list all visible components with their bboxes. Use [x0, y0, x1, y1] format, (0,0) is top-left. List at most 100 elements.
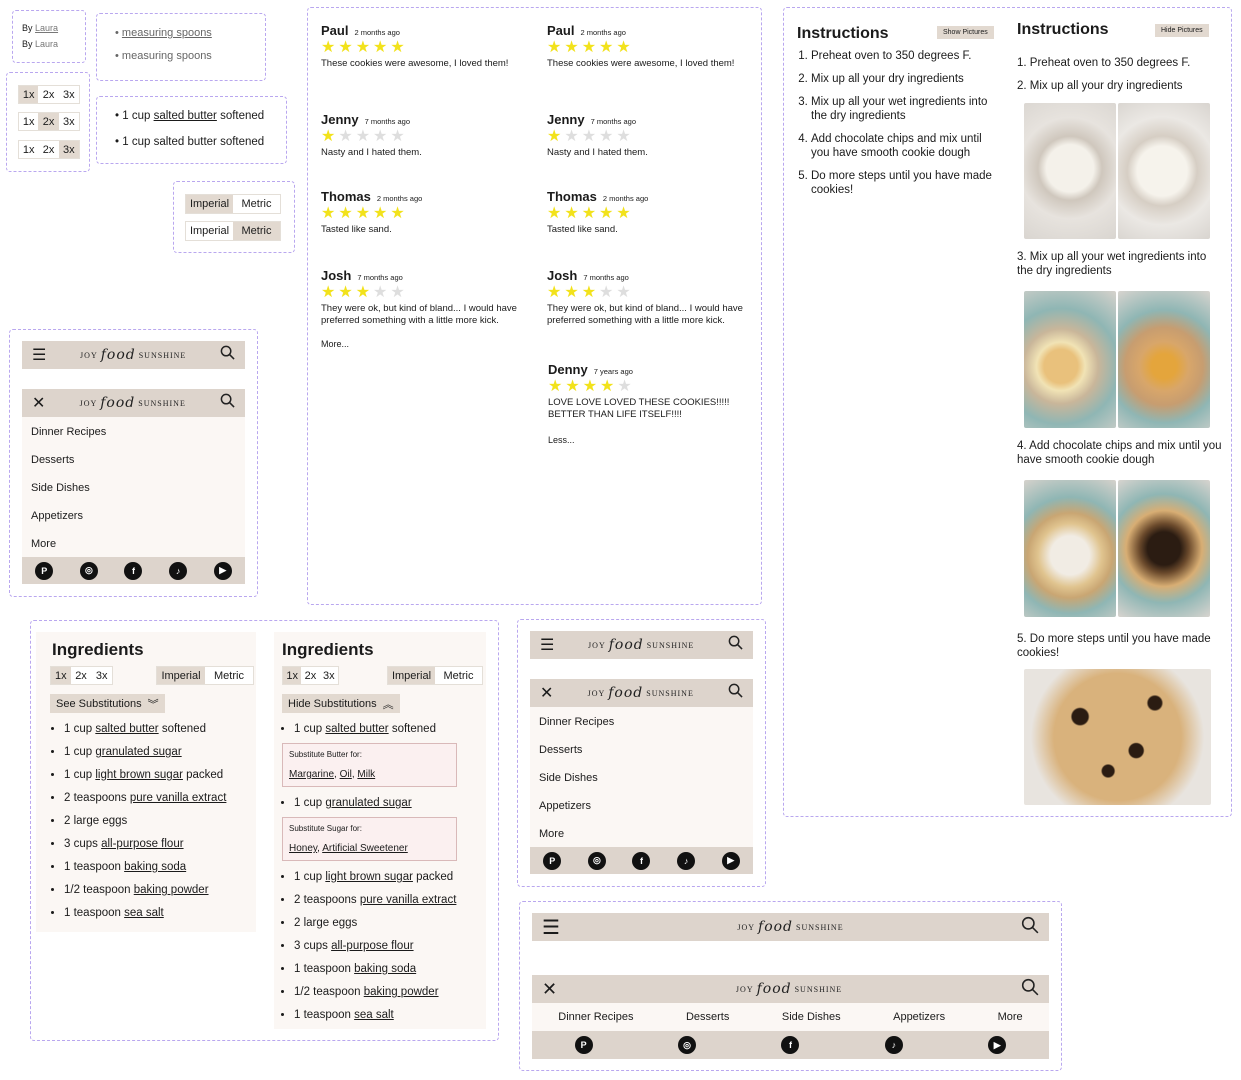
- hamburger-icon[interactable]: ☰: [542, 915, 560, 940]
- hamburger-icon[interactable]: ☰: [540, 635, 554, 655]
- substitute-link[interactable]: Margarine: [289, 769, 334, 780]
- instagram-icon[interactable]: ◎: [587, 851, 606, 870]
- ingredient-link[interactable]: granulated sugar: [325, 797, 411, 809]
- youtube-icon[interactable]: ▶: [988, 1036, 1007, 1054]
- close-icon[interactable]: ✕: [32, 393, 45, 413]
- metric-option[interactable]: Metric: [233, 222, 280, 240]
- nav-item-desserts[interactable]: Desserts: [686, 1011, 729, 1023]
- facebook-icon[interactable]: f: [124, 561, 143, 580]
- ingredient-link[interactable]: sea salt: [354, 1009, 394, 1021]
- ingredient-link[interactable]: salted butter: [325, 723, 388, 735]
- pinterest-icon[interactable]: P: [543, 851, 562, 870]
- scale-1x[interactable]: 1x: [51, 667, 71, 684]
- ingredient-link[interactable]: granulated sugar: [95, 746, 181, 758]
- facebook-icon[interactable]: f: [632, 851, 651, 870]
- ingredient-link[interactable]: salted butter: [154, 110, 217, 122]
- nav-item-dinner[interactable]: Dinner Recipes: [31, 426, 106, 438]
- imperial-option[interactable]: Imperial: [157, 667, 205, 684]
- ingredient-link[interactable]: pure vanilla extract: [130, 792, 227, 804]
- search-icon[interactable]: [220, 345, 235, 365]
- equipment-item[interactable]: • measuring spoons: [115, 27, 212, 39]
- nav-item-appetizers[interactable]: Appetizers: [539, 800, 591, 812]
- instagram-icon[interactable]: ◎: [79, 561, 98, 580]
- site-logo[interactable]: JOY food SUNSHINE: [80, 347, 186, 363]
- tiktok-icon[interactable]: ♪: [169, 561, 188, 580]
- ingredient-link[interactable]: pure vanilla extract: [360, 894, 457, 906]
- ingredient-link[interactable]: baking soda: [354, 963, 416, 975]
- scale-3x[interactable]: 3x: [91, 667, 112, 684]
- see-substitutions-button[interactable]: See Substitutions ︾: [50, 694, 165, 713]
- search-icon[interactable]: [728, 635, 743, 655]
- nav-item-appetizers[interactable]: Appetizers: [893, 1011, 945, 1023]
- site-logo[interactable]: JOY food SUNSHINE: [736, 981, 842, 997]
- site-logo[interactable]: JOY food SUNSHINE: [737, 919, 843, 935]
- more-link[interactable]: More...: [321, 339, 521, 349]
- tiktok-icon[interactable]: ♪: [884, 1036, 903, 1054]
- close-icon[interactable]: ✕: [540, 683, 553, 703]
- imperial-option[interactable]: Imperial: [186, 195, 233, 213]
- scale-2x[interactable]: 2x: [301, 667, 319, 684]
- nav-item-side-dishes[interactable]: Side Dishes: [31, 482, 90, 494]
- substitute-link[interactable]: Honey: [289, 843, 317, 854]
- metric-option[interactable]: Metric: [205, 667, 253, 684]
- ingredient-link[interactable]: sea salt: [124, 907, 164, 919]
- scale-1x[interactable]: 1x: [19, 141, 38, 158]
- scale-3x[interactable]: 3x: [59, 113, 79, 130]
- ingredient-link[interactable]: baking powder: [134, 884, 209, 896]
- nav-item-desserts[interactable]: Desserts: [539, 744, 582, 756]
- site-logo[interactable]: JOY food SUNSHINE: [588, 685, 694, 701]
- instagram-icon[interactable]: ◎: [678, 1036, 697, 1054]
- pinterest-icon[interactable]: P: [35, 561, 54, 580]
- scale-2x[interactable]: 2x: [71, 667, 92, 684]
- site-logo[interactable]: JOY food SUNSHINE: [80, 395, 186, 411]
- ingredient-link[interactable]: baking powder: [364, 986, 439, 998]
- scale-2x[interactable]: 2x: [38, 141, 58, 158]
- author-link[interactable]: Laura: [35, 23, 58, 33]
- close-icon[interactable]: ✕: [542, 979, 557, 1000]
- nav-item-desserts[interactable]: Desserts: [31, 454, 74, 466]
- hamburger-icon[interactable]: ☰: [32, 345, 46, 365]
- scale-3x[interactable]: 3x: [58, 141, 80, 158]
- scale-3x[interactable]: 3x: [59, 86, 79, 103]
- metric-option[interactable]: Metric: [233, 195, 280, 213]
- facebook-icon[interactable]: f: [781, 1036, 800, 1054]
- substitute-link[interactable]: Artificial Sweetener: [322, 843, 408, 854]
- search-icon[interactable]: [1021, 978, 1039, 1001]
- ingredient-link[interactable]: light brown sugar: [325, 871, 413, 883]
- tiktok-icon[interactable]: ♪: [677, 851, 696, 870]
- ingredient-link[interactable]: all-purpose flour: [331, 940, 413, 952]
- nav-item-dinner[interactable]: Dinner Recipes: [539, 716, 614, 728]
- nav-item-more[interactable]: More: [998, 1011, 1023, 1023]
- nav-item-side-dishes[interactable]: Side Dishes: [782, 1011, 841, 1023]
- nav-item-more[interactable]: More: [539, 828, 564, 840]
- scale-2x[interactable]: 2x: [38, 86, 58, 103]
- nav-item-side-dishes[interactable]: Side Dishes: [539, 772, 598, 784]
- substitute-link[interactable]: Oil: [340, 769, 352, 780]
- search-icon[interactable]: [220, 393, 235, 413]
- scale-1x[interactable]: 1x: [283, 667, 302, 684]
- less-link[interactable]: Less...: [548, 435, 748, 445]
- pinterest-icon[interactable]: P: [574, 1036, 593, 1054]
- imperial-option[interactable]: Imperial: [388, 667, 435, 684]
- scale-3x[interactable]: 3x: [320, 667, 338, 684]
- imperial-option[interactable]: Imperial: [186, 222, 233, 240]
- ingredient-link[interactable]: light brown sugar: [95, 769, 183, 781]
- scale-1x[interactable]: 1x: [19, 113, 38, 130]
- nav-item-appetizers[interactable]: Appetizers: [31, 510, 83, 522]
- youtube-icon[interactable]: ▶: [721, 851, 740, 870]
- ingredient-link[interactable]: baking soda: [124, 861, 186, 873]
- nav-item-more[interactable]: More: [31, 538, 56, 550]
- metric-option[interactable]: Metric: [435, 667, 482, 684]
- hide-substitutions-button[interactable]: Hide Substitutions ︽: [282, 694, 400, 713]
- show-pictures-button[interactable]: Show Pictures: [937, 26, 994, 39]
- search-icon[interactable]: [1021, 916, 1039, 939]
- youtube-icon[interactable]: ▶: [213, 561, 232, 580]
- nav-item-dinner[interactable]: Dinner Recipes: [558, 1011, 633, 1023]
- ingredient-link[interactable]: salted butter: [95, 723, 158, 735]
- scale-2x[interactable]: 2x: [38, 113, 59, 130]
- substitute-link[interactable]: Milk: [357, 769, 375, 780]
- site-logo[interactable]: JOY food SUNSHINE: [588, 637, 694, 653]
- ingredient-link[interactable]: all-purpose flour: [101, 838, 183, 850]
- hide-pictures-button[interactable]: Hide Pictures: [1155, 24, 1209, 37]
- scale-1x[interactable]: 1x: [19, 86, 39, 103]
